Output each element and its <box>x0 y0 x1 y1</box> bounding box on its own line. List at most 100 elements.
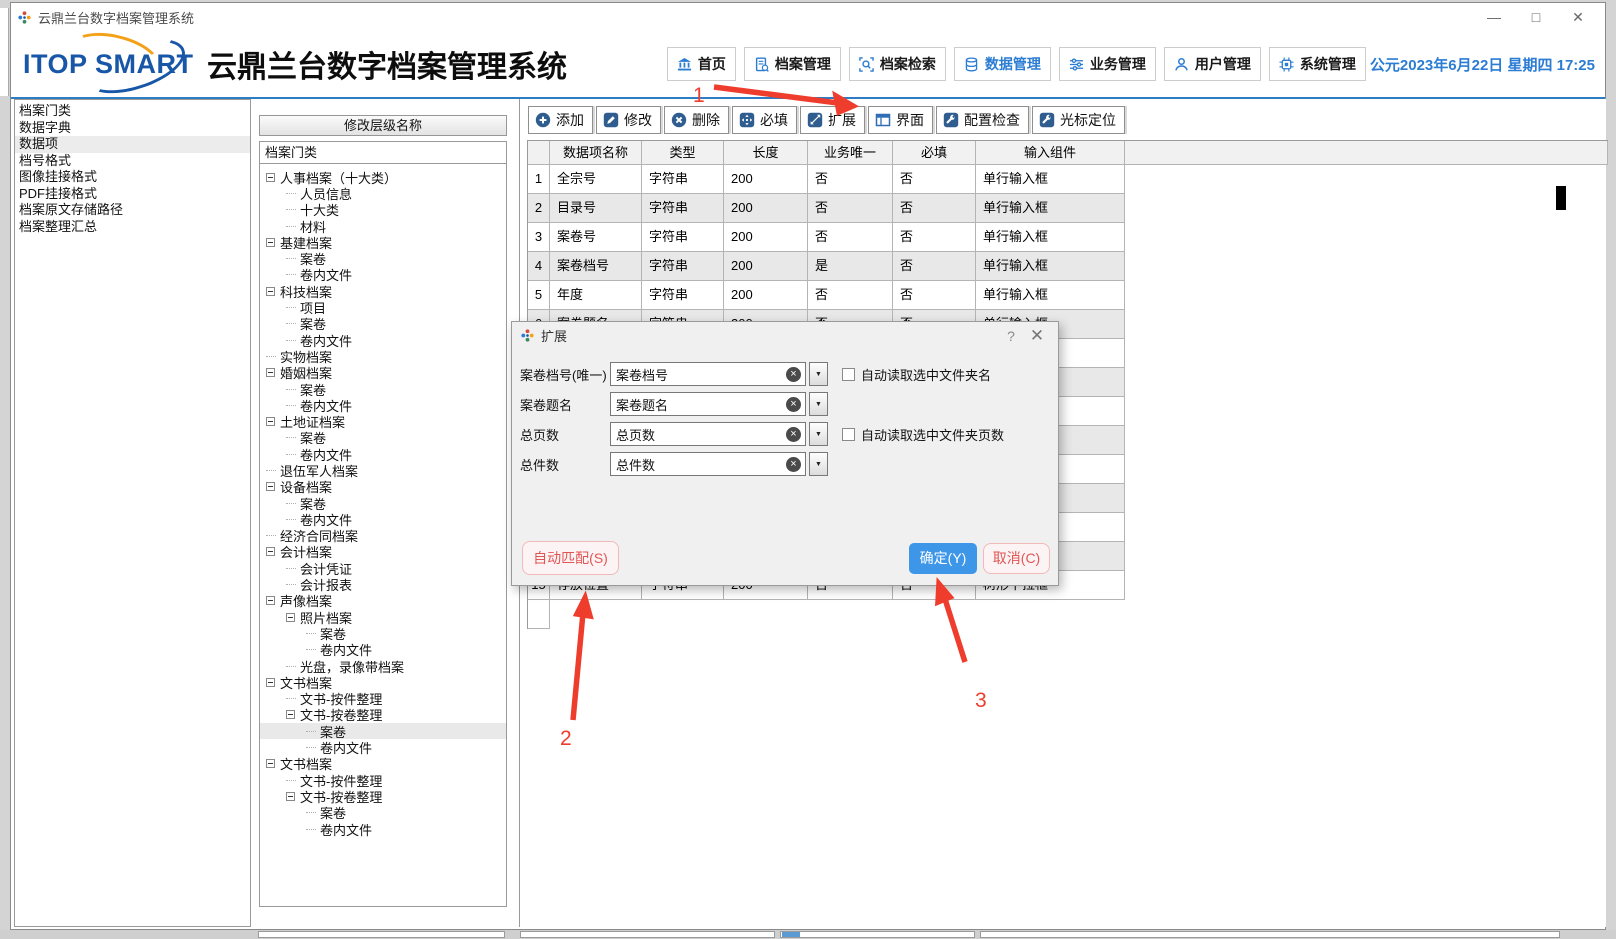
tree-item[interactable]: 会计凭证 <box>260 560 506 576</box>
field-combobox[interactable]: 案卷档号 <box>610 362 828 386</box>
tree-item[interactable]: 实物档案 <box>260 348 506 364</box>
clear-icon[interactable] <box>786 427 801 442</box>
auto-read-checkbox[interactable]: 自动读取选中文件夹页数 <box>842 425 1004 444</box>
tree-item[interactable]: 土地证档案 <box>260 413 506 429</box>
combobox-value[interactable]: 案卷题名 <box>610 392 806 416</box>
nav-system-manage[interactable]: 系统管理 <box>1269 47 1366 81</box>
cancel-button[interactable]: 取消(C) <box>983 543 1050 574</box>
collapse-icon[interactable] <box>266 678 275 687</box>
maximize-button[interactable]: □ <box>1515 5 1557 29</box>
field-combobox[interactable]: 总件数 <box>610 452 828 476</box>
nav-archive-search[interactable]: 档案检索 <box>849 47 946 81</box>
nav-archive-manage[interactable]: 档案管理 <box>744 47 841 81</box>
tree-item[interactable]: 材料 <box>260 218 506 234</box>
add-button[interactable]: 添加 <box>528 106 593 134</box>
collapse-icon[interactable] <box>266 759 275 768</box>
cursor-locate-button[interactable]: 光标定位 <box>1032 106 1125 134</box>
sidebar-item[interactable]: 数据字典 <box>15 120 250 137</box>
auto-match-button[interactable]: 自动匹配(S) <box>522 541 619 575</box>
sidebar-item[interactable]: PDF挂接格式 <box>15 186 250 203</box>
collapse-icon[interactable] <box>266 368 275 377</box>
tree-item[interactable]: 卷内文件 <box>260 821 506 837</box>
combobox-value[interactable]: 总页数 <box>610 422 806 446</box>
extend-button[interactable]: 扩展 <box>800 106 865 134</box>
tree-item[interactable]: 文书-按件整理 <box>260 691 506 707</box>
dropdown-arrow-icon[interactable] <box>809 452 828 476</box>
tree-item[interactable]: 经济合同档案 <box>260 528 506 544</box>
tree-item[interactable]: 卷内文件 <box>260 642 506 658</box>
dropdown-arrow-icon[interactable] <box>809 362 828 386</box>
dropdown-arrow-icon[interactable] <box>809 392 828 416</box>
table-row[interactable]: 4案卷档号字符串200是否单行输入框 <box>528 252 1608 281</box>
nav-user-manage[interactable]: 用户管理 <box>1164 47 1261 81</box>
tree-item[interactable]: 文书档案 <box>260 756 506 772</box>
tree-item[interactable]: 卷内文件 <box>260 739 506 755</box>
tree-item[interactable]: 科技档案 <box>260 283 506 299</box>
tree-item[interactable]: 会计报表 <box>260 576 506 592</box>
delete-button[interactable]: 删除 <box>664 106 729 134</box>
tree-item[interactable]: 案卷 <box>260 381 506 397</box>
sidebar-item[interactable]: 档案原文存储路径 <box>15 202 250 219</box>
collapse-icon[interactable] <box>286 710 295 719</box>
collapse-icon[interactable] <box>266 287 275 296</box>
nav-data-manage[interactable]: 数据管理 <box>954 47 1051 81</box>
tree-item[interactable]: 案卷 <box>260 495 506 511</box>
table-row[interactable]: 5年度字符串200否否单行输入框 <box>528 281 1608 310</box>
table-row[interactable]: 1全宗号字符串200否否单行输入框 <box>528 165 1608 194</box>
tree-item[interactable]: 案卷 <box>260 723 506 739</box>
tree-item[interactable]: 文书-按卷整理 <box>260 707 506 723</box>
tree-item[interactable]: 卷内文件 <box>260 511 506 527</box>
interface-button[interactable]: 界面 <box>868 106 933 134</box>
checkbox-icon[interactable] <box>842 428 855 441</box>
dialog-help-button[interactable]: ? <box>998 328 1024 344</box>
tree-item[interactable]: 退伍军人档案 <box>260 462 506 478</box>
field-combobox[interactable]: 案卷题名 <box>610 392 828 416</box>
collapse-icon[interactable] <box>286 792 295 801</box>
tree-item[interactable]: 案卷 <box>260 430 506 446</box>
tree-item[interactable]: 案卷 <box>260 625 506 641</box>
tree-item[interactable]: 人员信息 <box>260 185 506 201</box>
tree-item[interactable]: 案卷 <box>260 805 506 821</box>
auto-read-checkbox[interactable]: 自动读取选中文件夹名 <box>842 365 991 384</box>
sidebar-item[interactable]: 数据项 <box>15 136 250 153</box>
rename-level-button[interactable]: 修改层级名称 <box>259 115 507 136</box>
minimize-button[interactable]: — <box>1473 5 1515 29</box>
table-row[interactable]: 3案卷号字符串200否否单行输入框 <box>528 223 1608 252</box>
clear-icon[interactable] <box>786 457 801 472</box>
clear-icon[interactable] <box>786 397 801 412</box>
edit-button[interactable]: 修改 <box>596 106 661 134</box>
collapse-icon[interactable] <box>266 596 275 605</box>
tree-item[interactable]: 照片档案 <box>260 609 506 625</box>
collapse-icon[interactable] <box>266 547 275 556</box>
collapse-icon[interactable] <box>266 173 275 182</box>
tree-item[interactable]: 文书-按卷整理 <box>260 788 506 804</box>
combobox-value[interactable]: 总件数 <box>610 452 806 476</box>
nav-home[interactable]: 首页 <box>667 47 736 81</box>
confirm-button[interactable]: 确定(Y) <box>909 543 977 574</box>
tree-item[interactable]: 卷内文件 <box>260 397 506 413</box>
tree-item[interactable]: 文书-按件整理 <box>260 772 506 788</box>
table-row[interactable]: 2目录号字符串200否否单行输入框 <box>528 194 1608 223</box>
required-button[interactable]: 必填 <box>732 106 797 134</box>
dropdown-arrow-icon[interactable] <box>809 422 828 446</box>
tree-item[interactable]: 十大类 <box>260 202 506 218</box>
config-check-button[interactable]: 配置检查 <box>936 106 1029 134</box>
collapse-icon[interactable] <box>286 613 295 622</box>
tree-item[interactable]: 会计档案 <box>260 544 506 560</box>
collapse-icon[interactable] <box>266 482 275 491</box>
tree-item[interactable]: 卷内文件 <box>260 332 506 348</box>
dialog-close-button[interactable]: ✕ <box>1024 326 1050 346</box>
tree-item[interactable]: 人事档案（十大类） <box>260 169 506 185</box>
sidebar-item[interactable]: 档案整理汇总 <box>15 219 250 236</box>
tree-item[interactable]: 设备档案 <box>260 479 506 495</box>
tree-item[interactable]: 案卷 <box>260 316 506 332</box>
combobox-value[interactable]: 案卷档号 <box>610 362 806 386</box>
sidebar-item[interactable]: 图像挂接格式 <box>15 169 250 186</box>
collapse-icon[interactable] <box>266 417 275 426</box>
field-combobox[interactable]: 总页数 <box>610 422 828 446</box>
tree-item[interactable]: 案卷 <box>260 250 506 266</box>
tree-item[interactable]: 项目 <box>260 299 506 315</box>
tree-item[interactable]: 婚姻档案 <box>260 365 506 381</box>
close-button[interactable]: ✕ <box>1557 5 1599 29</box>
checkbox-icon[interactable] <box>842 368 855 381</box>
